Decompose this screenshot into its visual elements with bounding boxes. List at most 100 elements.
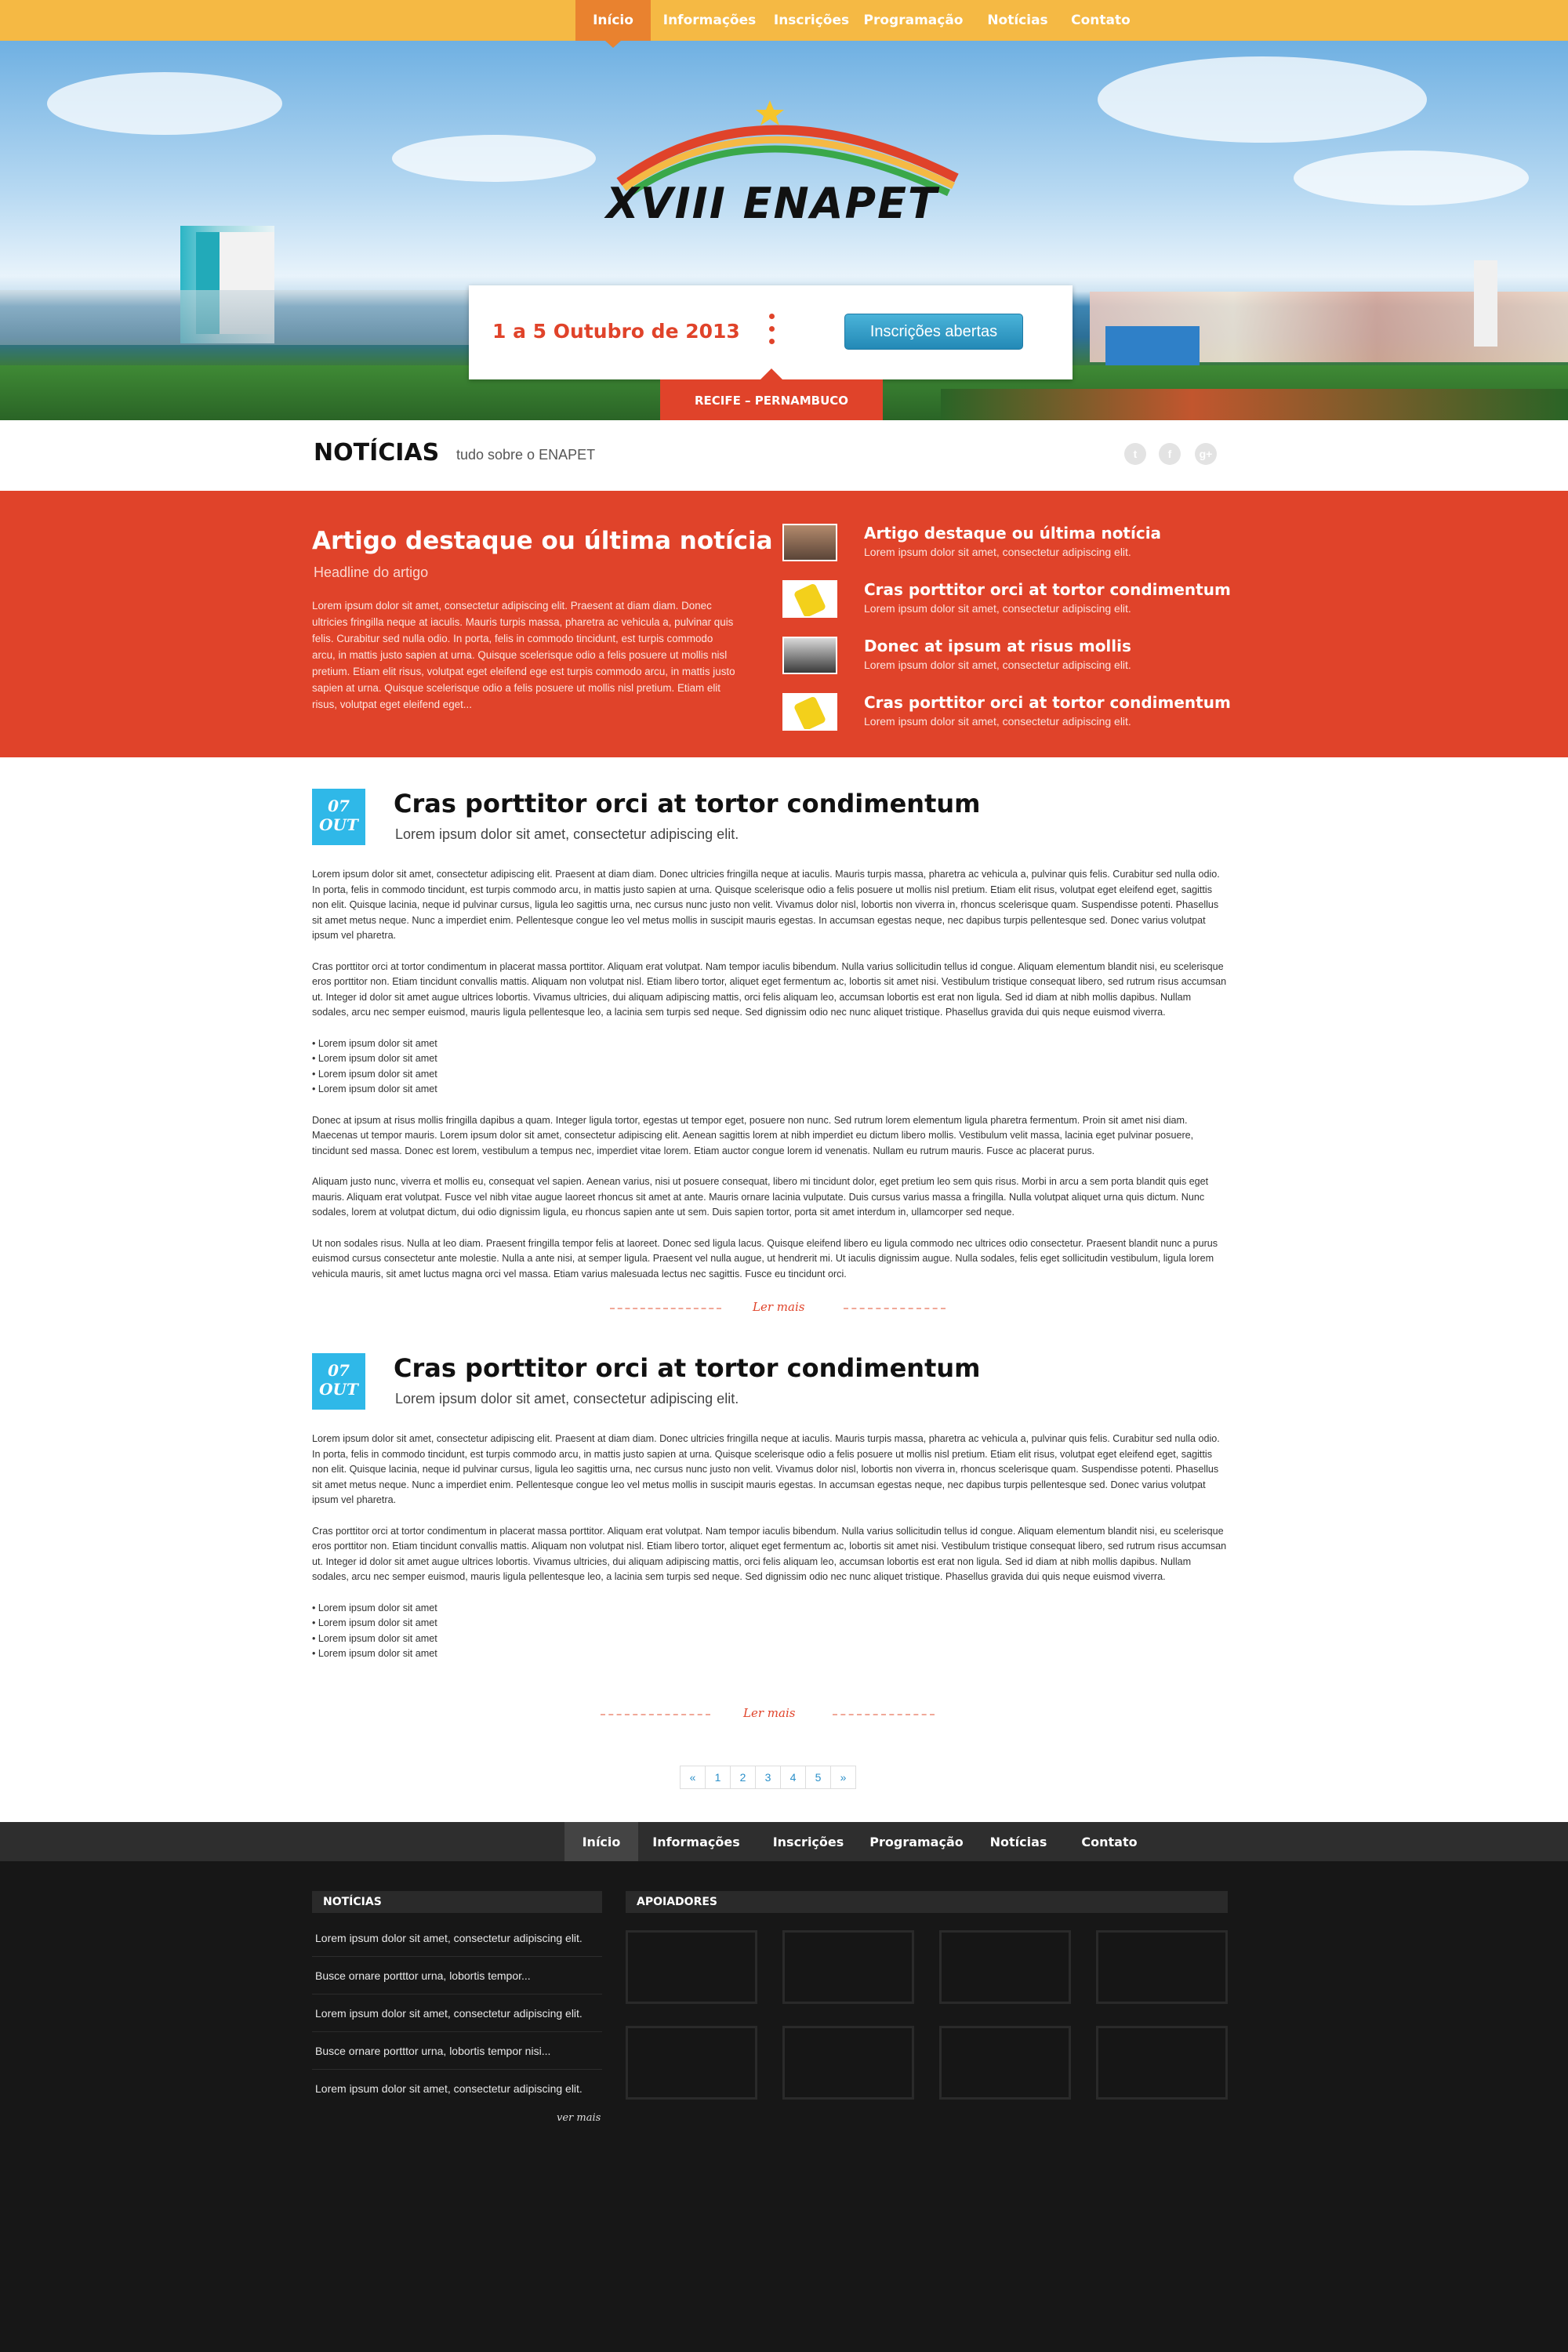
supporter-logo-slot[interactable] bbox=[626, 1930, 757, 2004]
footer-navigation: Início Informações Inscrições Programaçã… bbox=[0, 1822, 1568, 1861]
enapet-logo[interactable]: XVIII ENAPET bbox=[604, 88, 964, 228]
footer-news-item[interactable]: Lorem ipsum dolor sit amet, consectetur … bbox=[312, 1919, 602, 1957]
section-title: NOTÍCIAS bbox=[314, 439, 440, 466]
featured-list-item[interactable]: Donec at ipsum at risus mollis Lorem ips… bbox=[782, 637, 1253, 693]
featured-item-desc: Lorem ipsum dolor sit amet, consectetur … bbox=[864, 715, 1131, 728]
article-thumbnail bbox=[782, 580, 837, 618]
rooftops bbox=[941, 389, 1568, 420]
read-more-link[interactable]: Ler mais bbox=[753, 1300, 804, 1314]
supporter-logo-slot[interactable] bbox=[626, 2026, 757, 2100]
pagination-page-2[interactable]: 2 bbox=[730, 1766, 756, 1789]
list-item: • Lorem ipsum dolor sit amet bbox=[312, 1602, 437, 1613]
footer-news-item[interactable]: Busce ornare portttor urna, lobortis tem… bbox=[312, 2032, 602, 2070]
pagination: « 1 2 3 4 5 » bbox=[680, 1766, 856, 1789]
nav-item-informacoes[interactable]: Informações bbox=[651, 0, 768, 41]
list-item: • Lorem ipsum dolor sit amet bbox=[312, 1068, 437, 1080]
divider-line bbox=[844, 1308, 946, 1309]
nav-item-programacao[interactable]: Programação bbox=[855, 0, 972, 41]
event-date: 1 a 5 Outubro de 2013 bbox=[492, 320, 740, 343]
article-body: Lorem ipsum dolor sit amet, consectetur … bbox=[312, 1432, 1228, 1678]
footer-nav-noticias[interactable]: Notícias bbox=[971, 1822, 1066, 1861]
footer-nav-informacoes[interactable]: Informações bbox=[638, 1822, 754, 1861]
article-bullet-list: • Lorem ipsum dolor sit amet • Lorem ips… bbox=[312, 1601, 1228, 1662]
supporter-logo-slot[interactable] bbox=[1096, 2026, 1228, 2100]
harbor-buildings bbox=[0, 290, 470, 345]
article-title[interactable]: Cras porttitor orci at tortor condimentu… bbox=[394, 1353, 980, 1383]
logo-text: XVIII ENAPET bbox=[606, 179, 938, 228]
article-paragraph: Cras porttitor orci at tortor condimentu… bbox=[312, 1525, 1227, 1583]
date-badge: 07 OUT bbox=[312, 1353, 365, 1410]
supporter-logo-slot[interactable] bbox=[782, 1930, 914, 2004]
tower-building bbox=[1474, 260, 1497, 347]
cloud-shape bbox=[1294, 151, 1529, 205]
article-paragraph: Ut non sodales risus. Nulla at leo diam.… bbox=[312, 1237, 1218, 1279]
pagination-page-1[interactable]: 1 bbox=[705, 1766, 731, 1789]
article-paragraph: Aliquam justo nunc, viverra et mollis eu… bbox=[312, 1176, 1209, 1218]
pagination-page-3[interactable]: 3 bbox=[755, 1766, 781, 1789]
featured-body: Lorem ipsum dolor sit amet, consectetur … bbox=[312, 600, 735, 710]
list-item: • Lorem ipsum dolor sit amet bbox=[312, 1037, 437, 1049]
list-item: • Lorem ipsum dolor sit amet bbox=[312, 1053, 437, 1064]
footer-nav-inicio[interactable]: Início bbox=[564, 1822, 638, 1861]
footer-nav-inscricoes[interactable]: Inscrições bbox=[754, 1822, 862, 1861]
google-plus-icon[interactable]: g+ bbox=[1195, 443, 1217, 465]
supporter-logo-slot[interactable] bbox=[939, 2026, 1071, 2100]
nav-item-inicio[interactable]: Início bbox=[575, 0, 651, 48]
featured-list: Artigo destaque ou última notícia Lorem … bbox=[782, 524, 1253, 750]
separator-dots bbox=[769, 314, 775, 351]
footer-news-item[interactable]: Busce ornare portttor urna, lobortis tem… bbox=[312, 1957, 602, 1994]
top-nav-list: Início Informações Inscrições Programaçã… bbox=[575, 0, 1138, 48]
article-paragraph: Cras porttitor orci at tortor condimentu… bbox=[312, 960, 1227, 1018]
date-badge: 07 OUT bbox=[312, 789, 365, 845]
featured-item-title[interactable]: Donec at ipsum at risus mollis bbox=[864, 637, 1131, 655]
supporter-logo-slot[interactable] bbox=[1096, 1930, 1228, 2004]
article-thumbnail bbox=[782, 637, 837, 674]
article-bullet-list: • Lorem ipsum dolor sit amet • Lorem ips… bbox=[312, 1036, 1228, 1098]
featured-item-desc: Lorem ipsum dolor sit amet, consectetur … bbox=[864, 659, 1131, 671]
featured-list-item[interactable]: Artigo destaque ou última notícia Lorem … bbox=[782, 524, 1253, 580]
featured-title[interactable]: Artigo destaque ou última notícia bbox=[312, 527, 773, 555]
nav-item-inscricoes[interactable]: Inscrições bbox=[768, 0, 855, 41]
footer-nav-contato[interactable]: Contato bbox=[1066, 1822, 1152, 1861]
pagination-page-4[interactable]: 4 bbox=[780, 1766, 806, 1789]
article-title[interactable]: Cras porttitor orci at tortor condimentu… bbox=[394, 789, 980, 818]
pagination-next[interactable]: » bbox=[830, 1766, 856, 1789]
featured-item-title[interactable]: Cras porttitor orci at tortor condimentu… bbox=[864, 693, 1231, 712]
footer-supporters-heading: APOIADORES bbox=[626, 1891, 1228, 1913]
supporter-logo-slot[interactable] bbox=[782, 2026, 914, 2100]
footer-news-item[interactable]: Lorem ipsum dolor sit amet, consectetur … bbox=[312, 2070, 602, 2107]
featured-item-title[interactable]: Cras porttitor orci at tortor condimentu… bbox=[864, 580, 1231, 599]
featured-item-desc: Lorem ipsum dolor sit amet, consectetur … bbox=[864, 546, 1131, 558]
footer-nav-programacao[interactable]: Programação bbox=[862, 1822, 971, 1861]
featured-list-item[interactable]: Cras porttitor orci at tortor condimentu… bbox=[782, 580, 1253, 637]
top-navigation: Início Informações Inscrições Programaçã… bbox=[0, 0, 1568, 48]
article-paragraph: Lorem ipsum dolor sit amet, consectetur … bbox=[312, 1433, 1220, 1505]
date-day: 07 bbox=[328, 1361, 350, 1380]
registration-button[interactable]: Inscrições abertas bbox=[844, 314, 1023, 350]
twitter-icon[interactable]: t bbox=[1124, 443, 1146, 465]
footer-news-item[interactable]: Lorem ipsum dolor sit amet, consectetur … bbox=[312, 1994, 602, 2032]
footer-news-list: Lorem ipsum dolor sit amet, consectetur … bbox=[312, 1919, 602, 2107]
article-thumbnail bbox=[782, 524, 837, 561]
featured-section: Artigo destaque ou última notícia Headli… bbox=[0, 491, 1568, 757]
date-month: OUT bbox=[319, 1380, 358, 1399]
news-article: 07 OUT Cras porttitor orci at tortor con… bbox=[312, 1353, 1228, 1667]
cloud-shape bbox=[392, 135, 596, 182]
featured-list-item[interactable]: Cras porttitor orci at tortor condimentu… bbox=[782, 693, 1253, 750]
see-more-link[interactable]: ver mais bbox=[557, 2112, 601, 2124]
nav-item-contato[interactable]: Contato bbox=[1063, 0, 1138, 41]
article-thumbnail bbox=[782, 693, 837, 731]
event-info-box: 1 a 5 Outubro de 2013 Inscrições abertas bbox=[469, 285, 1073, 379]
featured-item-title[interactable]: Artigo destaque ou última notícia bbox=[864, 524, 1161, 543]
read-more-link[interactable]: Ler mais bbox=[743, 1706, 795, 1720]
supporter-logo-slot[interactable] bbox=[939, 1930, 1071, 2004]
article-subtitle: Lorem ipsum dolor sit amet, consectetur … bbox=[395, 1391, 739, 1406]
article-subtitle: Lorem ipsum dolor sit amet, consectetur … bbox=[395, 826, 739, 842]
nav-item-noticias[interactable]: Notícias bbox=[972, 0, 1063, 41]
pagination-prev[interactable]: « bbox=[680, 1766, 706, 1789]
pagination-page-5[interactable]: 5 bbox=[805, 1766, 831, 1789]
featured-headline: Headline do artigo bbox=[314, 564, 429, 580]
list-item: • Lorem ipsum dolor sit amet bbox=[312, 1617, 437, 1628]
article-body: Lorem ipsum dolor sit amet, consectetur … bbox=[312, 867, 1228, 1298]
facebook-icon[interactable]: f bbox=[1159, 443, 1181, 465]
